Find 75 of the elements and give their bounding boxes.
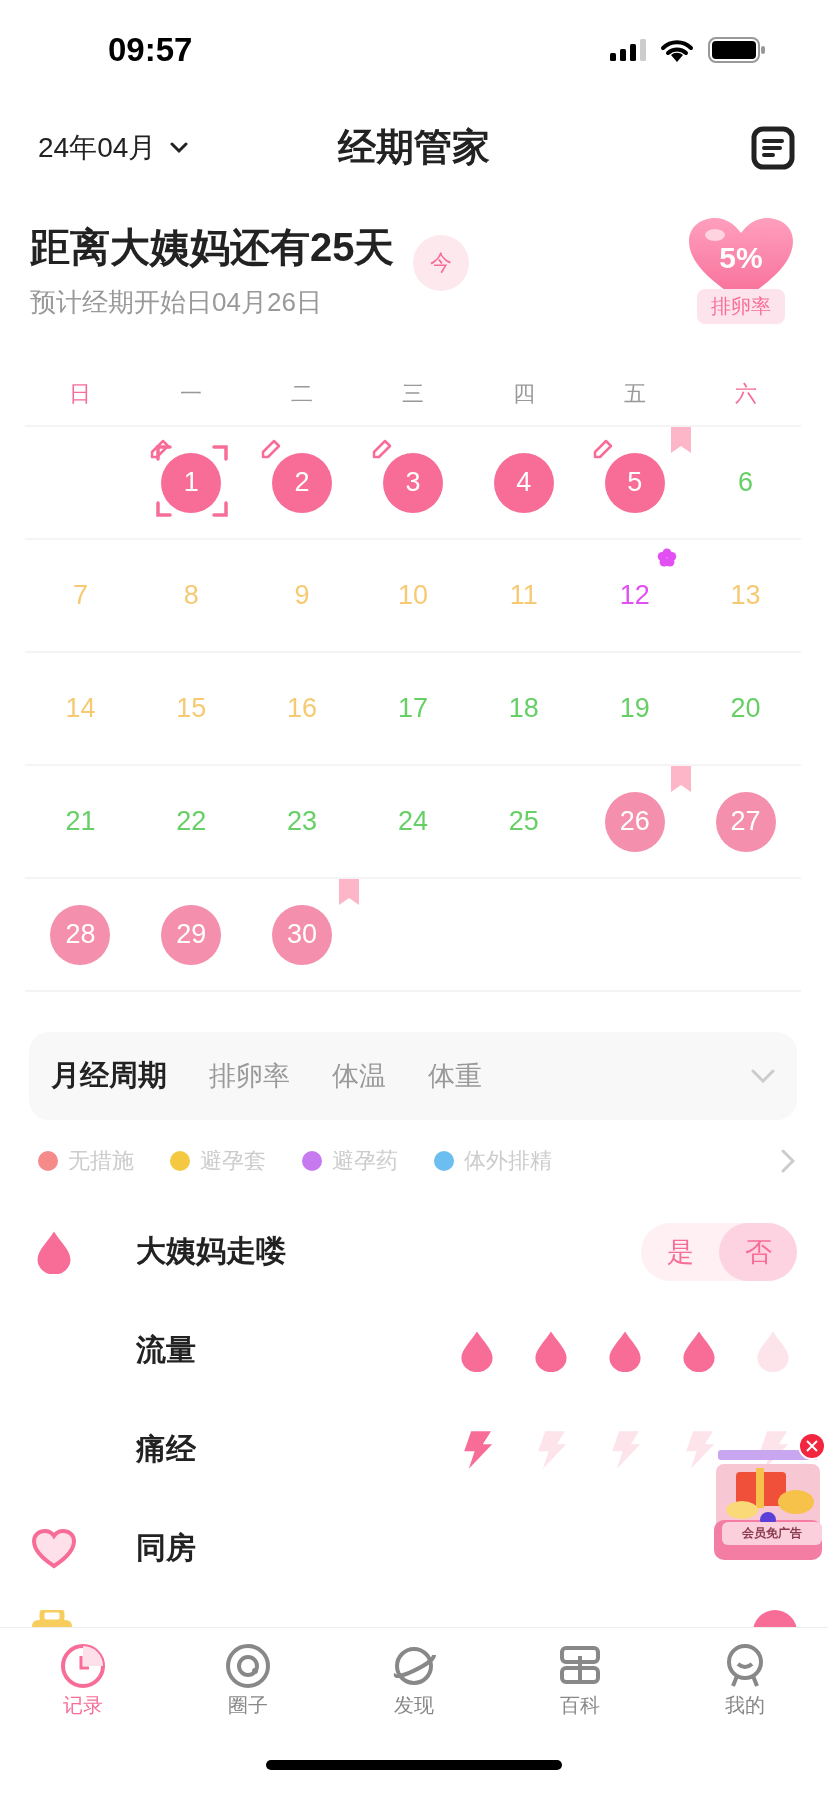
chart-tab[interactable]: 体重 bbox=[428, 1058, 482, 1094]
close-button[interactable] bbox=[798, 1432, 826, 1460]
calendar-day[interactable]: 5 bbox=[604, 452, 665, 513]
calendar-day[interactable]: 20 bbox=[715, 678, 776, 739]
tab-bar-item[interactable]: 我的 bbox=[662, 1634, 828, 1760]
tab-bar-item[interactable]: 圈子 bbox=[165, 1634, 332, 1760]
calendar-day[interactable]: 25 bbox=[493, 791, 554, 852]
calendar-day[interactable]: 10 bbox=[383, 565, 443, 626]
calendar-day[interactable]: 28 bbox=[50, 904, 111, 965]
calendar-day[interactable]: 15 bbox=[161, 678, 222, 739]
countdown-subtitle: 预计经期开始日04月26日 bbox=[30, 286, 323, 319]
ad-banner[interactable]: 会员免广告 bbox=[708, 1432, 828, 1567]
ovulation-value: 5% bbox=[718, 240, 764, 275]
chevron-right-icon[interactable] bbox=[781, 1149, 795, 1173]
calendar-day[interactable]: 3 bbox=[383, 452, 443, 513]
weekday-label: 一 bbox=[179, 380, 204, 408]
ad-button[interactable]: 会员免广告 bbox=[722, 1522, 822, 1545]
status-time: 09:57 bbox=[108, 31, 193, 69]
calendar-day[interactable]: 2 bbox=[272, 452, 333, 513]
chart-tab[interactable]: 月经周期 bbox=[51, 1056, 167, 1096]
weekday-label: 三 bbox=[401, 380, 425, 408]
weekday-label: 六 bbox=[733, 380, 758, 408]
calendar-day[interactable]: 18 bbox=[493, 678, 554, 739]
calendar-day[interactable]: 4 bbox=[493, 452, 554, 513]
notes-icon bbox=[751, 125, 795, 170]
chevron-down-icon bbox=[170, 141, 189, 154]
calendar-day[interactable]: 21 bbox=[50, 791, 111, 852]
weekday-label: 二 bbox=[290, 380, 315, 408]
today-button[interactable]: 今 bbox=[412, 235, 469, 291]
tab-bar-item[interactable]: 记录 bbox=[0, 1634, 166, 1760]
wifi-icon bbox=[660, 38, 694, 62]
calendar-day[interactable]: 14 bbox=[50, 678, 111, 739]
close-icon bbox=[805, 1439, 819, 1453]
calendar-day[interactable]: 9 bbox=[272, 565, 333, 626]
record-label: 痛经 bbox=[136, 1431, 196, 1467]
calendar-day[interactable]: 17 bbox=[383, 678, 443, 739]
tab-bar-item[interactable]: 发现 bbox=[331, 1634, 497, 1760]
calendar-day[interactable]: 24 bbox=[383, 791, 443, 852]
record-label: 流量 bbox=[136, 1332, 196, 1368]
calendar-day[interactable]: 26 bbox=[604, 791, 665, 852]
chart-tab[interactable]: 体温 bbox=[332, 1058, 386, 1094]
tab-bar-item[interactable]: 百科 bbox=[496, 1634, 663, 1760]
calendar-day[interactable]: 30 bbox=[272, 904, 333, 965]
battery-icon bbox=[708, 37, 766, 63]
calendar-day[interactable]: 23 bbox=[272, 791, 333, 852]
ring-icon bbox=[224, 1642, 273, 1690]
toggle-option[interactable]: 是 bbox=[641, 1222, 719, 1281]
calendar-day[interactable]: 8 bbox=[161, 565, 222, 626]
record-label: 大姨妈走喽 bbox=[136, 1233, 286, 1269]
weekday-label: 四 bbox=[511, 380, 536, 408]
heart-icon bbox=[32, 1528, 76, 1569]
signal-icon bbox=[610, 39, 646, 61]
calendar-day[interactable]: 16 bbox=[272, 678, 333, 739]
chevron-down-icon[interactable] bbox=[751, 1069, 775, 1083]
calendar-day[interactable]: 1 bbox=[161, 452, 222, 513]
month-picker[interactable]: 24年04月 bbox=[38, 128, 189, 167]
page-title: 经期管家 bbox=[338, 125, 490, 170]
calendar-day[interactable]: 6 bbox=[715, 452, 776, 513]
countdown-title: 距离大姨妈还有25天 bbox=[30, 224, 395, 271]
calendar-day[interactable]: 12 bbox=[604, 565, 665, 626]
calendar-day[interactable]: 27 bbox=[715, 791, 776, 852]
record-label: 同房 bbox=[136, 1530, 196, 1566]
chart-tab[interactable]: 排卵率 bbox=[209, 1058, 290, 1094]
toggle-option[interactable]: 否 bbox=[719, 1222, 797, 1281]
notes-button[interactable] bbox=[751, 125, 795, 170]
calendar-day[interactable]: 22 bbox=[161, 791, 222, 852]
clock-icon bbox=[58, 1642, 107, 1690]
weekday-label: 日 bbox=[68, 380, 93, 408]
ovulation-label: 排卵率 bbox=[697, 288, 785, 324]
calendar-day[interactable]: 13 bbox=[715, 565, 776, 626]
calendar-day[interactable]: 7 bbox=[50, 565, 111, 626]
calendar-day[interactable]: 29 bbox=[161, 904, 222, 965]
calendar-day[interactable]: 19 bbox=[604, 678, 665, 739]
weekday-label: 五 bbox=[622, 380, 647, 408]
calendar-day[interactable]: 11 bbox=[493, 565, 554, 626]
